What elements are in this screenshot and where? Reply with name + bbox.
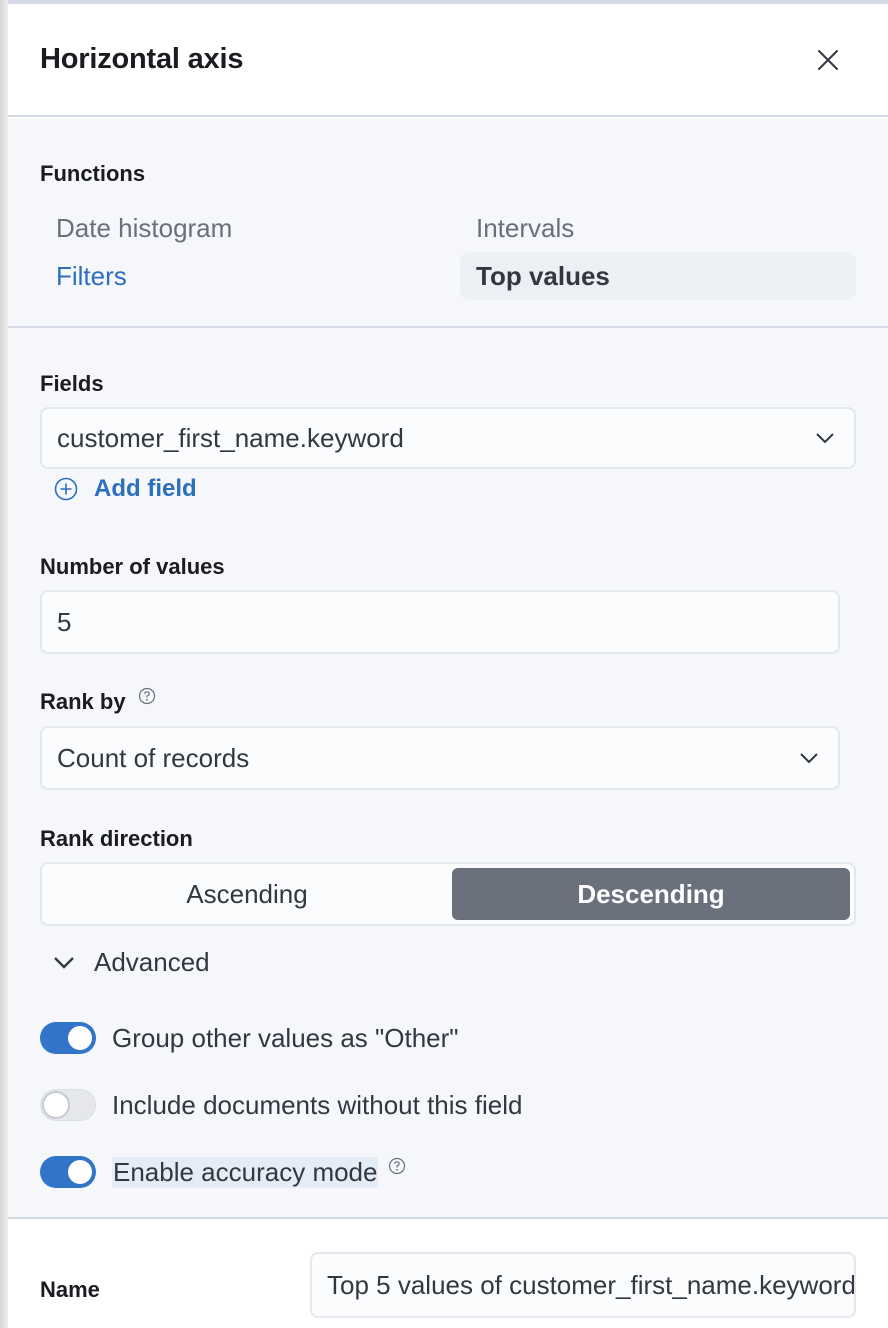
field-select-value: customer_first_name.keyword bbox=[57, 422, 404, 453]
name-input-value: Top 5 values of customer_first_name.keyw… bbox=[327, 1269, 856, 1300]
question-circle-icon[interactable] bbox=[388, 1157, 406, 1175]
number-of-values-label: Number of values bbox=[40, 554, 225, 579]
group-other-label: Group other values as "Other" bbox=[112, 1022, 459, 1053]
group-other-switch[interactable] bbox=[40, 1022, 96, 1054]
rank-by-select[interactable]: Count of records bbox=[40, 726, 840, 790]
toggle-row-group-other: Group other values as "Other" bbox=[40, 1022, 459, 1054]
advanced-accordion-toggle[interactable]: Advanced bbox=[52, 947, 210, 978]
rank-direction-ascending[interactable]: Ascending bbox=[46, 868, 448, 920]
rank-direction-descending[interactable]: Descending bbox=[452, 868, 850, 920]
rank-direction-toggle: Ascending Descending bbox=[40, 862, 856, 926]
accuracy-mode-switch[interactable] bbox=[40, 1156, 96, 1188]
functions-label: Functions bbox=[40, 161, 146, 186]
rank-by-label-text: Rank by bbox=[40, 689, 126, 714]
rank-direction-label: Rank direction bbox=[40, 826, 193, 851]
number-of-values-input[interactable]: 5 bbox=[40, 590, 840, 654]
chevron-down-icon bbox=[816, 433, 834, 444]
function-date-histogram[interactable]: Date histogram bbox=[40, 204, 232, 252]
question-circle-icon[interactable] bbox=[138, 687, 156, 705]
switch-knob bbox=[68, 1026, 92, 1050]
chevron-down-icon bbox=[800, 753, 818, 764]
switch-knob bbox=[68, 1160, 92, 1184]
switch-knob bbox=[42, 1091, 70, 1119]
plus-circle-icon bbox=[54, 477, 78, 501]
rank-by-value: Count of records bbox=[57, 742, 250, 773]
close-icon bbox=[818, 50, 838, 70]
chevron-down-icon bbox=[54, 956, 74, 969]
field-select[interactable]: customer_first_name.keyword bbox=[40, 407, 856, 469]
function-intervals[interactable]: Intervals bbox=[460, 204, 574, 252]
number-of-values-value: 5 bbox=[57, 606, 72, 637]
advanced-label: Advanced bbox=[94, 947, 210, 977]
functions-section: Functions Date histogram Intervals Filte… bbox=[8, 119, 888, 328]
flyout-header: Horizontal axis bbox=[8, 4, 888, 117]
rank-by-label: Rank by bbox=[40, 687, 156, 715]
name-input[interactable]: Top 5 values of customer_first_name.keyw… bbox=[310, 1252, 856, 1318]
dimension-editor-flyout: Horizontal axis Functions Date histogram… bbox=[8, 4, 888, 1328]
include-documents-label: Include documents without this field bbox=[112, 1089, 523, 1120]
left-edge-shadow bbox=[0, 0, 8, 1328]
accuracy-mode-label: Enable accuracy mode bbox=[112, 1156, 379, 1188]
toggle-row-accuracy-mode: Enable accuracy mode bbox=[40, 1156, 406, 1188]
add-field-button[interactable]: Add field bbox=[54, 475, 197, 503]
toggle-row-include-missing: Include documents without this field bbox=[40, 1089, 522, 1121]
name-label: Name bbox=[40, 1277, 100, 1302]
fields-label: Fields bbox=[40, 371, 104, 396]
include-documents-switch[interactable] bbox=[40, 1089, 96, 1121]
flyout-body: Functions Date histogram Intervals Filte… bbox=[8, 119, 888, 1217]
function-top-values[interactable]: Top values bbox=[460, 252, 856, 300]
close-button[interactable] bbox=[814, 46, 842, 74]
flyout-title: Horizontal axis bbox=[40, 43, 244, 75]
add-field-label: Add field bbox=[94, 475, 197, 502]
name-section: Name Top 5 values of customer_first_name… bbox=[8, 1217, 888, 1328]
function-filters[interactable]: Filters bbox=[40, 252, 127, 300]
